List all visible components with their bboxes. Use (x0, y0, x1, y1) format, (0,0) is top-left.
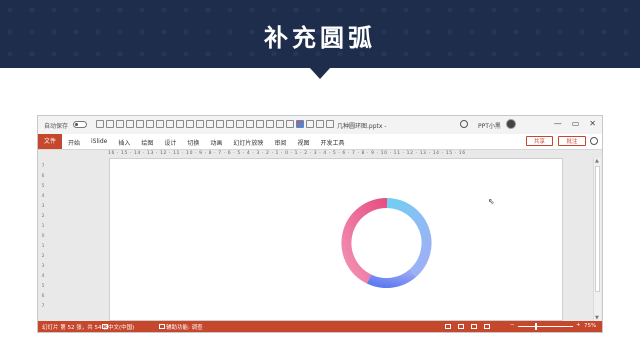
align-left-icon[interactable] (136, 120, 144, 128)
align-bottom-icon[interactable] (186, 120, 194, 128)
status-bar: 幻灯片 第 52 张，共 54 张 中文(中国) 辅助功能: 调查 − + 75… (38, 321, 602, 332)
slide-canvas[interactable]: ⇖ (109, 158, 563, 321)
maximize-button[interactable]: ▭ (572, 120, 580, 128)
start-slideshow-icon[interactable] (126, 120, 134, 128)
ruler-mark: 4 (41, 274, 45, 279)
ruler-mark: 1 (41, 224, 45, 229)
ruler-mark: 6 (41, 174, 45, 179)
scrollbar-thumb[interactable] (595, 166, 600, 292)
vertical-ruler: 7 6 5 4 3 2 1 0 1 2 3 4 5 6 7 (40, 162, 46, 312)
customize-toolbar-icon[interactable] (326, 120, 334, 128)
window-controls: — ▭ ✕ (554, 120, 596, 128)
slide-editing-area[interactable]: ⇖ (48, 158, 594, 321)
minimize-button[interactable]: — (554, 120, 562, 128)
ruler-mark: 6 (41, 294, 45, 299)
zoom-out-button[interactable]: − (510, 322, 515, 328)
slide-count: 幻灯片 第 52 张，共 54 张 (42, 325, 109, 331)
share-button[interactable]: 共享 (526, 136, 553, 146)
tab-developer[interactable]: 开发工具 (320, 138, 344, 147)
tab-animations[interactable]: 动画 (210, 138, 222, 147)
zoom-slider[interactable] (518, 326, 573, 327)
tab-slideshow[interactable]: 幻灯片放映 (233, 138, 263, 147)
tab-insert[interactable]: 插入 (118, 138, 130, 147)
align-middle-icon[interactable] (176, 120, 184, 128)
tab-home[interactable]: 开始 (68, 138, 80, 147)
slideshow-view-icon[interactable] (484, 324, 490, 329)
zoom-in-button[interactable]: + (576, 322, 581, 328)
scroll-up-icon[interactable]: ▲ (595, 158, 599, 164)
undo-icon[interactable] (106, 120, 114, 128)
tab-view[interactable]: 视图 (297, 138, 309, 147)
ruler-mark: 5 (41, 184, 45, 189)
distribute-horizontal-icon[interactable] (196, 120, 204, 128)
document-title: 几种圆环图.pptx - (337, 123, 387, 130)
ruler-mark: 7 (41, 304, 45, 309)
accessibility-status[interactable]: 辅助功能: 调查 (166, 323, 203, 331)
tab-design[interactable]: 设计 (164, 138, 176, 147)
vertical-scrollbar[interactable]: ▲ ▼ (593, 158, 601, 321)
search-icon[interactable] (460, 120, 468, 128)
redo-icon[interactable] (116, 120, 124, 128)
ruler-mark: 1 (41, 244, 45, 249)
ruler-mark: 0 (41, 234, 45, 239)
combine-icon[interactable] (246, 120, 254, 128)
donut-ring-shape[interactable] (339, 195, 435, 291)
comments-button[interactable]: 批注 (558, 136, 586, 146)
autosave-toggle[interactable] (73, 121, 87, 128)
user-name[interactable]: PPT小黑 (478, 121, 501, 130)
distribute-vertical-icon[interactable] (206, 120, 214, 128)
header-banner: 补充圆弧 (0, 0, 640, 68)
autosave-label: 自动保存 (44, 123, 69, 130)
avatar[interactable] (506, 119, 516, 129)
ruler-mark: 3 (41, 264, 45, 269)
donut-arc-bottom (366, 269, 417, 288)
group-icon[interactable] (216, 120, 224, 128)
horizontal-ruler: 16 · 15 · 14 · 13 · 12 · 11 · 10 · 9 · 8… (108, 151, 466, 156)
ribbon-tabs: 文件 开始 iSlide 插入 绘图 设计 切换 动画 幻灯片放映 审阅 视图 … (38, 134, 602, 150)
zoom-level[interactable]: 75% (584, 323, 596, 329)
mouse-cursor-icon: ⇖ (488, 197, 495, 206)
align-top-icon[interactable] (166, 120, 174, 128)
language-indicator[interactable]: 中文(中国) (108, 323, 134, 331)
quick-access-toolbar (96, 120, 334, 128)
align-right-icon[interactable] (156, 120, 164, 128)
banner-pointer (309, 67, 331, 79)
tab-file[interactable]: 文件 (38, 134, 62, 149)
ruler-mark: 4 (41, 194, 45, 199)
shape-icon[interactable] (306, 120, 314, 128)
format-painter-icon[interactable] (286, 120, 294, 128)
union-icon[interactable] (236, 120, 244, 128)
donut-arc-right (386, 198, 432, 277)
subtract-icon[interactable] (276, 120, 284, 128)
powerpoint-window: 自动保存 几种圆环图.pptx - PPT小黑 — ▭ ✕ 文件 开始 iSli… (37, 115, 603, 333)
fragment-icon[interactable] (256, 120, 264, 128)
donut-arc-left (341, 197, 388, 284)
tab-review[interactable]: 审阅 (274, 138, 286, 147)
align-center-icon[interactable] (146, 120, 154, 128)
normal-view-icon[interactable] (445, 324, 451, 329)
ruler-mark: 2 (41, 254, 45, 259)
ruler-mark: 5 (41, 284, 45, 289)
tab-transitions[interactable]: 切换 (187, 138, 199, 147)
slide-sorter-icon[interactable] (458, 324, 464, 329)
accessibility-icon[interactable] (159, 324, 165, 329)
arrange-icon[interactable] (316, 120, 324, 128)
save-icon[interactable] (96, 120, 104, 128)
reading-view-icon[interactable] (471, 324, 477, 329)
ruler-mark: 7 (41, 164, 45, 169)
ruler-mark: 3 (41, 204, 45, 209)
ungroup-icon[interactable] (226, 120, 234, 128)
title-bar: 自动保存 几种圆环图.pptx - PPT小黑 — ▭ ✕ (38, 116, 602, 134)
ribbon-tab-list: 开始 iSlide 插入 绘图 设计 切换 动画 幻灯片放映 审阅 视图 开发工… (68, 138, 344, 147)
intersect-icon[interactable] (266, 120, 274, 128)
feedback-smile-icon[interactable] (590, 137, 598, 145)
tab-draw[interactable]: 绘图 (141, 138, 153, 147)
page-title: 补充圆弧 (264, 24, 376, 52)
zoom-slider-thumb[interactable] (535, 323, 537, 330)
fill-color-icon[interactable] (296, 120, 304, 128)
tab-islide[interactable]: iSlide (91, 138, 107, 147)
ruler-mark: 2 (41, 214, 45, 219)
close-button[interactable]: ✕ (589, 120, 596, 128)
